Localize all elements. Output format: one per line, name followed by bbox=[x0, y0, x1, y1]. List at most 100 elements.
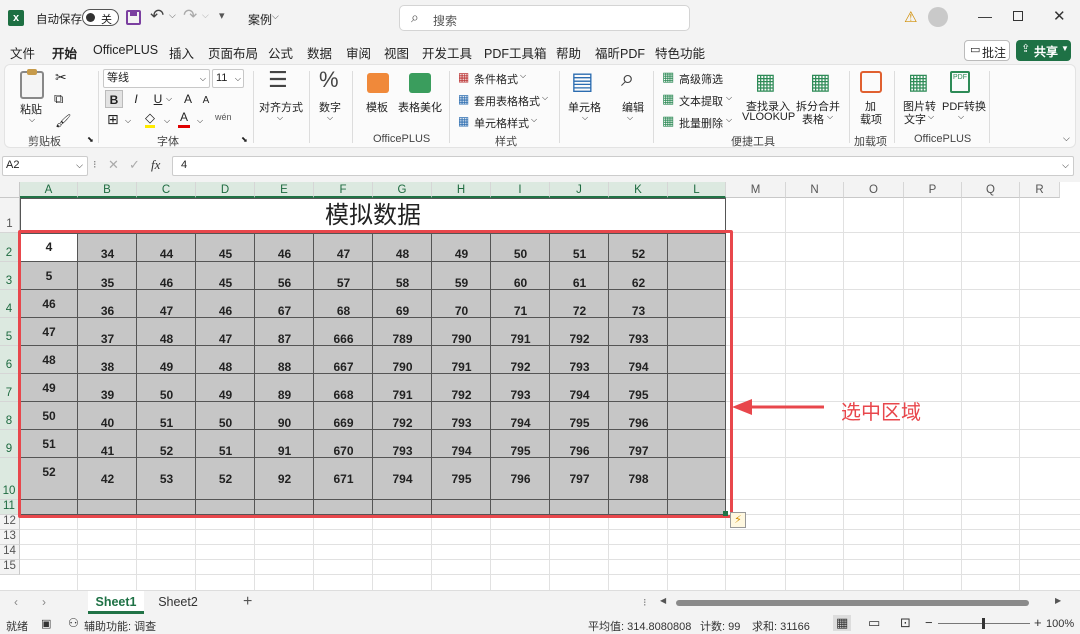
warning-icon[interactable]: ⚠ bbox=[904, 8, 917, 26]
text-extract-icon[interactable]: ▦ bbox=[662, 91, 674, 107]
conditional-format-dropdown-icon[interactable]: ⌵ bbox=[520, 71, 526, 81]
zoom-out-icon[interactable]: − bbox=[925, 615, 933, 630]
row-header-2[interactable]: 2 bbox=[0, 233, 20, 262]
conditional-format-label[interactable]: 条件格式 bbox=[474, 71, 518, 87]
fill-color-dropdown-icon[interactable]: ⌵ bbox=[164, 116, 170, 126]
undo-icon[interactable]: ↶ bbox=[150, 6, 164, 26]
more-icon[interactable]: ⁝ bbox=[93, 158, 97, 171]
column-header-c[interactable]: C bbox=[137, 182, 196, 198]
zoom-level[interactable]: 100% bbox=[1046, 618, 1074, 630]
row-header-14[interactable]: 14 bbox=[0, 545, 20, 560]
column-header-m[interactable]: M bbox=[726, 182, 786, 198]
text-extract-dropdown-icon[interactable]: ⌵ bbox=[726, 93, 732, 103]
next-sheet-icon[interactable]: › bbox=[42, 595, 46, 609]
split-merge-label-2[interactable]: 表格 bbox=[802, 111, 824, 127]
formula-input[interactable]: 4 ⌵ bbox=[172, 156, 1074, 176]
column-header-e[interactable]: E bbox=[255, 182, 314, 198]
column-header-k[interactable]: K bbox=[609, 182, 668, 198]
row-header-7[interactable]: 7 bbox=[0, 374, 20, 402]
image-to-text-label-2[interactable]: 文字 bbox=[904, 111, 926, 127]
tab-formulas[interactable]: 公式 bbox=[268, 43, 293, 62]
edit-dropdown-icon[interactable]: ⌵ bbox=[627, 113, 633, 123]
edit-icon[interactable]: ⌕ bbox=[621, 65, 634, 93]
row-header-12[interactable]: 12 bbox=[0, 515, 20, 530]
share-button[interactable]: ⇪ 共享 ▼ bbox=[1016, 40, 1071, 61]
avatar[interactable] bbox=[928, 7, 948, 27]
font-name-select[interactable]: 等线 ⌵ bbox=[103, 69, 210, 88]
sheet-title-cell[interactable]: 模拟数据 bbox=[20, 198, 726, 233]
batch-delete-dropdown-icon[interactable]: ⌵ bbox=[726, 115, 732, 125]
copy-icon[interactable]: ⧉ bbox=[54, 91, 63, 107]
customize-toolbar-icon[interactable]: ▾ bbox=[219, 9, 225, 22]
save-icon[interactable] bbox=[126, 10, 141, 25]
column-header-r[interactable]: R bbox=[1020, 182, 1060, 198]
cells-dropdown-icon[interactable]: ⌵ bbox=[582, 113, 588, 123]
column-header-b[interactable]: B bbox=[78, 182, 137, 198]
fill-color-icon[interactable]: ◇ bbox=[145, 111, 155, 128]
sheet-more-icon[interactable]: ⁝ bbox=[643, 596, 647, 609]
table-beautify-label[interactable]: 表格美化 bbox=[398, 99, 442, 115]
tab-developer[interactable]: 开发工具 bbox=[422, 43, 472, 62]
fill-handle[interactable] bbox=[723, 511, 728, 516]
vlookup-label[interactable]: VLOOKUP bbox=[742, 111, 795, 123]
tab-file[interactable]: 文件 bbox=[10, 43, 35, 62]
font-color-button[interactable]: A bbox=[178, 110, 190, 128]
phonetic-icon[interactable]: wén bbox=[215, 112, 232, 122]
borders-dropdown-icon[interactable]: ⌵ bbox=[125, 116, 131, 126]
tab-foxit-pdf[interactable]: 福昕PDF bbox=[595, 43, 645, 62]
underline-dropdown-icon[interactable]: ⌵ bbox=[166, 94, 172, 104]
cell-style-dropdown-icon[interactable]: ⌵ bbox=[531, 115, 537, 125]
image-to-text-icon[interactable]: ▦ bbox=[908, 69, 929, 95]
scroll-right-icon[interactable]: ▶ bbox=[1055, 596, 1061, 605]
borders-icon[interactable]: ⊞ bbox=[107, 111, 119, 128]
average-status[interactable]: 平均值: 314.8080808 bbox=[588, 618, 691, 634]
underline-button[interactable]: U bbox=[151, 90, 165, 108]
table-format-dropdown-icon[interactable]: ⌵ bbox=[542, 93, 548, 103]
format-painter-icon[interactable]: 🖌 bbox=[55, 113, 72, 129]
tab-help[interactable]: 帮助 bbox=[556, 43, 581, 62]
document-name-dropdown-icon[interactable]: ⌵ bbox=[272, 11, 279, 22]
addin-icon[interactable] bbox=[860, 71, 882, 93]
autosave-toggle[interactable]: 关 bbox=[82, 9, 119, 26]
row-header-15[interactable]: 15 bbox=[0, 560, 20, 575]
column-header-h[interactable]: H bbox=[432, 182, 491, 198]
column-header-g[interactable]: G bbox=[373, 182, 432, 198]
column-header-l[interactable]: L bbox=[668, 182, 726, 198]
undo-dropdown-icon[interactable]: ⌵ bbox=[169, 10, 176, 21]
table-format-icon[interactable]: ▦ bbox=[458, 92, 469, 106]
split-merge-icon[interactable]: ▦ bbox=[810, 69, 831, 95]
macro-record-icon[interactable]: ▣ bbox=[41, 617, 51, 630]
quick-analysis-button[interactable]: ⚡ bbox=[730, 512, 746, 528]
tab-page-layout[interactable]: 页面布局 bbox=[208, 43, 258, 62]
scroll-left-icon[interactable]: ◀ bbox=[660, 596, 666, 605]
row-header-3[interactable]: 3 bbox=[0, 262, 20, 290]
enter-icon[interactable]: ✓ bbox=[129, 157, 140, 173]
select-all-corner[interactable] bbox=[0, 182, 20, 198]
tab-data[interactable]: 数据 bbox=[307, 43, 332, 62]
pdf-convert-dropdown-icon[interactable]: ⌵ bbox=[958, 112, 964, 122]
tab-review[interactable]: 审阅 bbox=[346, 43, 371, 62]
row-header-1[interactable]: 1 bbox=[0, 198, 20, 233]
number-dropdown-icon[interactable]: ⌵ bbox=[327, 113, 333, 123]
tab-home[interactable]: 开始 bbox=[52, 43, 77, 68]
decrease-font-button[interactable]: A bbox=[200, 92, 212, 110]
row-header-13[interactable]: 13 bbox=[0, 530, 20, 545]
close-icon[interactable]: ✕ bbox=[1053, 7, 1066, 25]
column-header-p[interactable]: P bbox=[904, 182, 962, 198]
cell-style-label[interactable]: 单元格样式 bbox=[474, 115, 529, 131]
collapse-ribbon-icon[interactable]: ⌵ bbox=[1063, 133, 1070, 144]
insert-function-icon[interactable]: fx bbox=[151, 157, 160, 173]
row-header-9[interactable]: 9 bbox=[0, 430, 20, 458]
sheet-tab-sheet2[interactable]: Sheet2 bbox=[150, 591, 206, 614]
advanced-filter-icon[interactable]: ▦ bbox=[662, 69, 674, 85]
name-box[interactable]: A2 ⌵ bbox=[2, 156, 88, 176]
prev-sheet-icon[interactable]: ‹ bbox=[14, 595, 18, 609]
italic-button[interactable]: I bbox=[129, 90, 143, 108]
column-header-n[interactable]: N bbox=[786, 182, 844, 198]
alignment-icon[interactable]: ☰ bbox=[268, 67, 288, 93]
tab-insert[interactable]: 插入 bbox=[169, 43, 194, 62]
cut-icon[interactable]: ✂ bbox=[55, 69, 67, 86]
minimize-icon[interactable]: — bbox=[978, 8, 992, 24]
document-name[interactable]: 案例 bbox=[248, 11, 272, 28]
paste-icon[interactable] bbox=[20, 69, 44, 99]
